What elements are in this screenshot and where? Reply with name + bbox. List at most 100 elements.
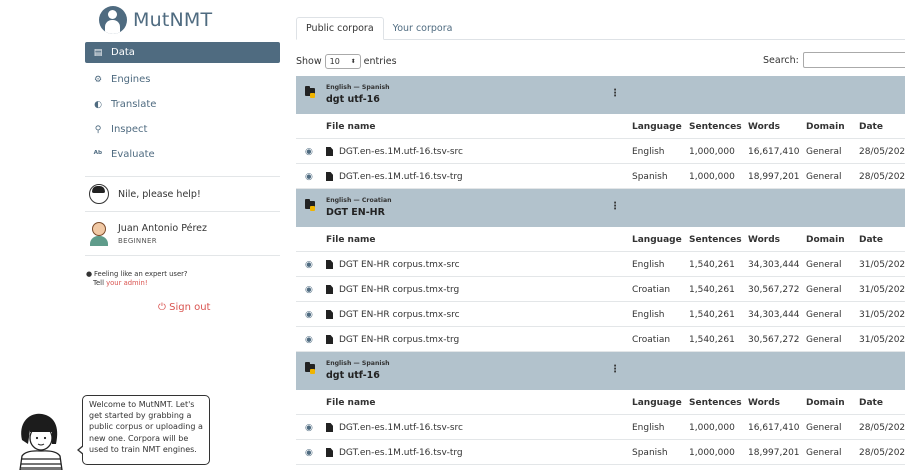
column-header-language[interactable]: Language	[632, 390, 682, 415]
corpus-name: DGT EN-HR	[326, 207, 385, 218]
sidebar-item-data[interactable]: ▤ Data	[85, 42, 280, 63]
help-label: Nile, please help!	[118, 188, 201, 200]
file-name: DGT EN-HR corpus.tmx-trg	[339, 284, 460, 295]
user-profile[interactable]: Juan Antonio Pérez BEGINNER	[85, 218, 280, 256]
preview-eye-icon[interactable]: ◉	[305, 415, 313, 440]
corpus-group-header[interactable]: English — Croatian DGT EN-HR ⋮	[296, 189, 905, 227]
column-header-date[interactable]: Date	[859, 114, 883, 139]
search-icon: ⚲	[94, 124, 102, 135]
cell-file-name: DGT EN-HR corpus.tmx-trg	[326, 277, 459, 302]
expert-line: Feeling like an expert user?	[94, 270, 188, 278]
corpus-name: dgt utf-16	[326, 94, 380, 105]
entries-select[interactable]: 10 ⬍	[324, 54, 361, 69]
column-header-domain[interactable]: Domain	[806, 114, 845, 139]
file-name: DGT.en-es.1M.utf-16.tsv-trg	[339, 171, 463, 182]
preview-eye-icon[interactable]: ◉	[305, 139, 313, 164]
expert-note: ● Feeling like an expert user? Tell your …	[86, 270, 188, 288]
preview-eye-icon[interactable]: ◉	[305, 302, 313, 327]
cell-words: 30,567,272	[748, 284, 800, 295]
corpus-language-pair: English — Spanish	[326, 360, 390, 367]
table-row: ◉ DGT EN-HR corpus.tmx-src English 1,540,26…	[296, 252, 905, 277]
search-input[interactable]	[802, 52, 905, 68]
column-header-words[interactable]: Words	[748, 114, 780, 139]
cell-sentences: 1,000,000	[689, 447, 735, 458]
folder-icon	[305, 362, 315, 374]
app-logo[interactable]: MutNMT	[99, 4, 212, 36]
lightbulb-icon: ●	[86, 270, 93, 278]
logo-icon	[99, 6, 127, 34]
more-options-icon[interactable]: ⋮	[610, 365, 620, 375]
cell-sentences: 1,000,000	[689, 171, 735, 182]
sidebar-item-engines[interactable]: ⚙ Engines	[85, 67, 280, 92]
column-header-language[interactable]: Language	[632, 114, 682, 139]
corpus-group-header[interactable]: English — Spanish dgt utf-16 ⋮	[296, 352, 905, 390]
corpus-name: dgt utf-16	[326, 370, 380, 381]
tab-public-corpora[interactable]: Public corpora	[296, 17, 384, 40]
cell-date: 28/05/2021	[859, 422, 905, 433]
table-row: ◉ DGT.en-es.1M.utf-16.tsv-trg Spanish 1,000…	[296, 440, 905, 465]
corpora-table: English — Spanish dgt utf-16 ⋮ File name Lan…	[296, 76, 905, 465]
cell-domain: General	[806, 447, 842, 458]
column-header-domain[interactable]: Domain	[806, 227, 845, 252]
search-control: Search:	[763, 52, 905, 68]
cell-domain: General	[806, 146, 842, 157]
preview-eye-icon[interactable]: ◉	[305, 440, 313, 465]
table-row: ◉ DGT EN-HR corpus.tmx-trg Croatian 1,540,2…	[296, 277, 905, 302]
column-header-sentences[interactable]: Sentences	[689, 227, 742, 252]
column-header-file-name[interactable]: File name	[326, 114, 376, 139]
entries-length-control: Show 10 ⬍ entries	[296, 54, 397, 69]
cell-domain: General	[806, 284, 842, 295]
column-header-sentences[interactable]: Sentences	[689, 390, 742, 415]
cell-language: Spanish	[632, 171, 668, 182]
more-options-icon[interactable]: ⋮	[610, 202, 620, 212]
file-name: DGT EN-HR corpus.tmx-src	[339, 259, 460, 270]
help-button[interactable]: Nile, please help!	[85, 176, 280, 212]
column-header-language[interactable]: Language	[632, 227, 682, 252]
tab-your-corpora[interactable]: Your corpora	[384, 17, 462, 40]
sidebar-item-label: Evaluate	[111, 149, 155, 160]
corpus-group-header[interactable]: English — Spanish dgt utf-16 ⋮	[296, 76, 905, 114]
column-header-file-name[interactable]: File name	[326, 227, 376, 252]
assistant-speech-bubble: Welcome to MutNMT. Let's get started by …	[77, 395, 210, 465]
column-header-file-name[interactable]: File name	[326, 390, 376, 415]
sidebar-item-evaluate[interactable]: ᴬᵇ Evaluate	[85, 142, 280, 167]
column-header-words[interactable]: Words	[748, 390, 780, 415]
file-icon	[326, 285, 333, 294]
preview-eye-icon[interactable]: ◉	[305, 327, 313, 352]
sidebar-item-translate[interactable]: ◐ Translate	[85, 92, 280, 117]
column-header-date[interactable]: Date	[859, 227, 883, 252]
table-header-row: File name Language Sentences Words Domain Dat…	[296, 390, 905, 415]
more-options-icon[interactable]: ⋮	[610, 89, 620, 99]
preview-eye-icon[interactable]: ◉	[305, 252, 313, 277]
sidebar: MutNMT ▤ Data ⚙ Engines ◐ Translate ⚲ Inspect ᴬᵇ…	[0, 0, 290, 470]
admin-link[interactable]: your admin!	[106, 279, 147, 287]
column-header-words[interactable]: Words	[748, 227, 780, 252]
cell-language: Croatian	[632, 284, 671, 295]
column-header-sentences[interactable]: Sentences	[689, 114, 742, 139]
user-level: BEGINNER	[118, 237, 157, 245]
cell-date: 31/05/2021	[859, 259, 905, 270]
preview-eye-icon[interactable]: ◉	[305, 164, 313, 189]
search-label: Search:	[763, 54, 799, 66]
file-name: DGT EN-HR corpus.tmx-trg	[339, 334, 460, 345]
cell-words: 34,303,444	[748, 309, 800, 320]
cell-domain: General	[806, 334, 842, 345]
table-row: ◉ DGT.en-es.1M.utf-16.tsv-src English 1,000…	[296, 139, 905, 164]
cell-sentences: 1,540,261	[689, 334, 735, 345]
cell-words: 18,997,201	[748, 447, 800, 458]
show-label: Show	[296, 56, 322, 67]
sidebar-item-inspect[interactable]: ⚲ Inspect	[85, 117, 280, 142]
sidebar-item-label: Translate	[111, 99, 157, 110]
cell-file-name: DGT EN-HR corpus.tmx-trg	[326, 327, 459, 352]
preview-eye-icon[interactable]: ◉	[305, 277, 313, 302]
cogs-icon: ⚙	[93, 74, 103, 85]
sign-out-button[interactable]: ⏻ Sign out	[158, 302, 210, 313]
file-icon	[326, 310, 333, 319]
column-header-domain[interactable]: Domain	[806, 390, 845, 415]
cell-date: 31/05/2021	[859, 309, 905, 320]
cell-words: 16,617,410	[748, 422, 800, 433]
cell-language: English	[632, 259, 665, 270]
cell-date: 31/05/2021	[859, 284, 905, 295]
cell-domain: General	[806, 259, 842, 270]
column-header-date[interactable]: Date	[859, 390, 883, 415]
